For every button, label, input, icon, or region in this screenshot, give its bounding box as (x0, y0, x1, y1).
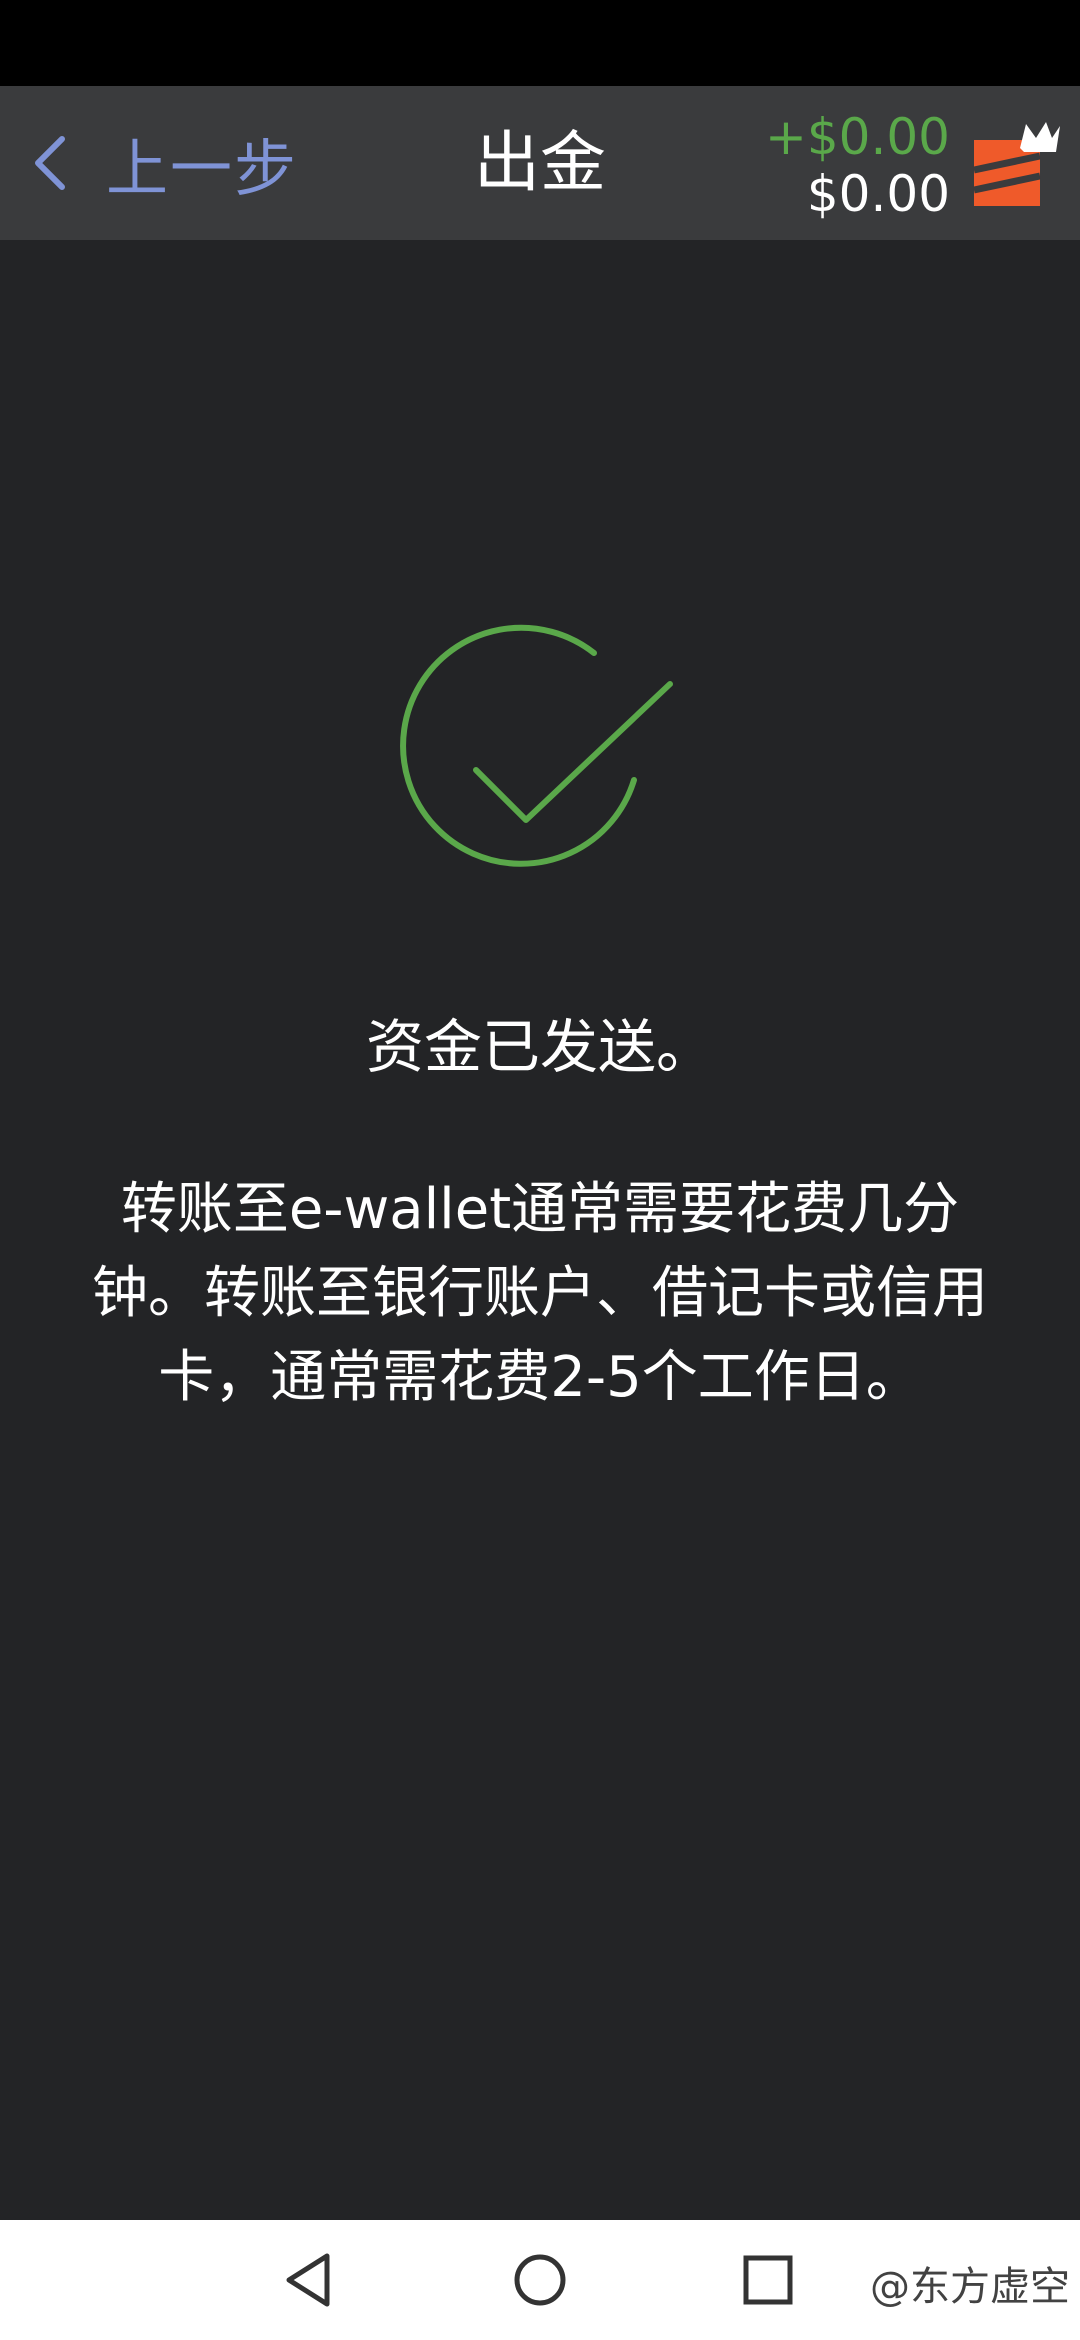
circle-home-icon (514, 2254, 566, 2306)
back-label: 上一步 (106, 132, 299, 205)
message-line: 卡，通常需花费2-5个工作日。 (158, 1345, 922, 1410)
system-nav-bar: @东方虚空 (0, 2220, 1080, 2340)
chevron-left-icon (35, 136, 65, 190)
nav-recent-button[interactable] (708, 2220, 828, 2340)
app-header: 上一步 出金 +$0.00 $0.00 (0, 86, 1080, 240)
status-bar (0, 0, 1080, 86)
check-circle-icon (400, 624, 673, 867)
square-recent-icon (743, 2255, 793, 2305)
message-line: 钟。转账至银行账户、借记卡或信用 (92, 1261, 988, 1326)
brand-logo-icon[interactable] (970, 118, 1062, 210)
triangle-back-icon (286, 2253, 330, 2307)
nav-home-button[interactable] (480, 2220, 600, 2340)
success-message: 转账至e-wallet通常需要花费几分 钟。转账至银行账户、借记卡或信用 卡，通… (40, 1168, 1040, 1420)
balance-change: +$0.00 (764, 108, 950, 166)
nav-back-button[interactable] (248, 2220, 368, 2340)
balance-total: $0.00 (806, 165, 950, 223)
balance-display: +$0.00 $0.00 (765, 110, 950, 224)
watermark: @东方虚空 (870, 2264, 1070, 2310)
back-button[interactable]: 上一步 (30, 86, 298, 240)
message-line: 转账至e-wallet通常需要花费几分 (120, 1177, 960, 1242)
success-title: 资金已发送。 (365, 1013, 714, 1081)
